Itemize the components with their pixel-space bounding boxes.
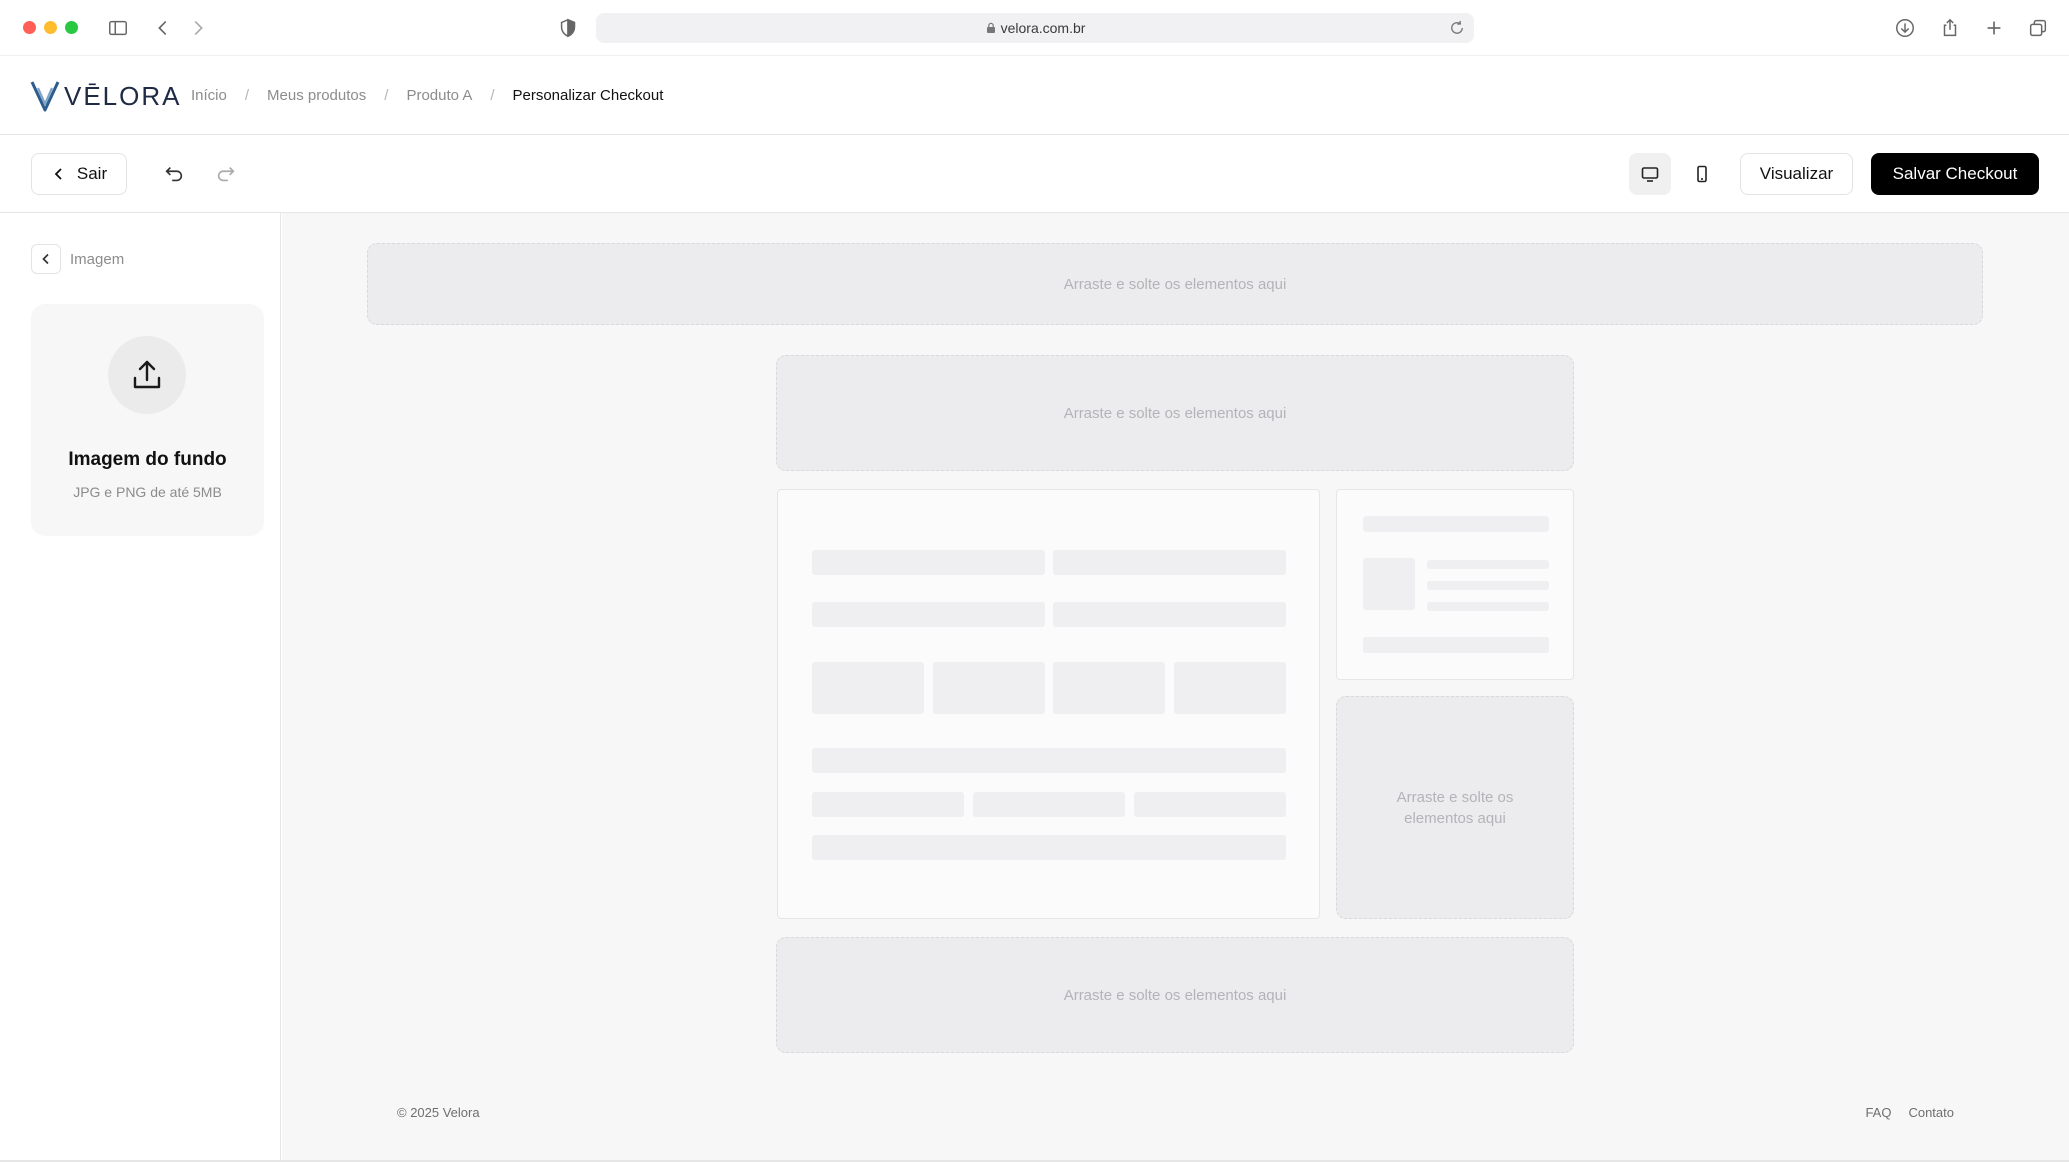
breadcrumb-current-page: Personalizar Checkout — [512, 87, 664, 104]
shield-icon[interactable] — [554, 14, 582, 42]
mobile-view-button[interactable] — [1681, 153, 1723, 195]
skeleton-line — [1427, 560, 1549, 569]
minimize-window-button[interactable] — [44, 21, 57, 34]
breadcrumb: Início / Meus produtos / Produto A / Per… — [191, 87, 663, 104]
desktop-icon — [1641, 167, 1659, 182]
velora-logo[interactable]: VĒLORA — [30, 78, 182, 114]
save-checkout-button[interactable]: Salvar Checkout — [1871, 153, 2039, 195]
dropzone-label: Arraste e solte os elementos aqui — [1396, 788, 1514, 827]
skeleton-field — [812, 748, 1286, 773]
desktop-view-button[interactable] — [1629, 153, 1671, 195]
skeleton-option — [933, 662, 1045, 714]
undo-icon[interactable] — [160, 160, 188, 188]
skeleton-line — [1363, 637, 1549, 653]
skeleton-field — [812, 550, 1045, 575]
skeleton-line — [1427, 602, 1549, 611]
exit-button[interactable]: Sair — [31, 153, 127, 195]
lock-icon — [986, 22, 995, 33]
dropzone-label: Arraste e solte os elementos aqui — [1063, 275, 1287, 293]
maximize-window-button[interactable] — [65, 21, 78, 34]
upload-title: Imagem do fundo — [68, 449, 227, 470]
chevron-left-icon[interactable] — [31, 244, 61, 274]
url-text: velora.com.br — [1000, 20, 1086, 36]
app-header: VĒLORA Início / Meus produtos / Produto … — [0, 56, 2069, 135]
skeleton-line — [1427, 581, 1549, 590]
new-tab-icon[interactable] — [1980, 14, 2008, 42]
breadcrumb-meus-produtos[interactable]: Meus produtos — [267, 87, 366, 104]
upload-icon — [108, 336, 186, 414]
skeleton-option — [1053, 662, 1165, 714]
skeleton-field — [1134, 792, 1286, 817]
skeleton-field — [1053, 602, 1286, 627]
breadcrumb-produto-a[interactable]: Produto A — [406, 87, 472, 104]
dropzone-header[interactable]: Arraste e solte os elementos aqui — [776, 355, 1574, 471]
dropzone-sidebar[interactable]: Arraste e solte os elementos aqui — [1336, 696, 1574, 919]
checkout-form-placeholder[interactable] — [777, 489, 1320, 919]
footer-link-contato[interactable]: Contato — [1908, 1105, 1954, 1120]
browser-toolbar: velora.com.br — [0, 0, 2069, 56]
skeleton-field — [973, 792, 1125, 817]
dropzone-footer[interactable]: Arraste e solte os elementos aqui — [776, 937, 1574, 1053]
properties-sidebar: Imagem Imagem do fundo JPG e PNG de até … — [0, 213, 281, 1162]
logo-text: VĒLORA — [64, 80, 182, 111]
order-summary-placeholder[interactable] — [1336, 489, 1574, 680]
breadcrumb-inicio[interactable]: Início — [191, 87, 227, 104]
dropzone-label: Arraste e solte os elementos aqui — [1063, 404, 1287, 422]
chevron-left-icon — [54, 168, 62, 180]
skeleton-field — [812, 602, 1045, 627]
share-icon[interactable] — [1936, 14, 1964, 42]
mobile-icon — [1697, 165, 1707, 183]
tabs-overview-icon[interactable] — [2024, 14, 2052, 42]
skeleton-field — [1053, 550, 1286, 575]
forward-icon[interactable] — [184, 14, 212, 42]
dropzone-top-full[interactable]: Arraste e solte os elementos aqui — [367, 243, 1983, 325]
editor-toolbar: Sair Visualizar Salvar Checkout — [0, 136, 2069, 213]
reload-icon[interactable] — [1448, 19, 1466, 37]
footer-link-faq[interactable]: FAQ — [1865, 1105, 1891, 1120]
breadcrumb-separator: / — [244, 87, 250, 104]
close-window-button[interactable] — [23, 21, 36, 34]
footer-copyright: © 2025 Velora — [397, 1105, 480, 1120]
exit-button-label: Sair — [76, 164, 108, 183]
skeleton-field — [812, 792, 964, 817]
skeleton-option — [1174, 662, 1286, 714]
background-image-upload[interactable]: Imagem do fundo JPG e PNG de até 5MB — [31, 304, 264, 536]
skeleton-button — [812, 835, 1286, 860]
skeleton-line — [1363, 516, 1549, 532]
address-bar[interactable]: velora.com.br — [596, 13, 1474, 43]
download-icon[interactable] — [1891, 14, 1919, 42]
sidebar-section-title: Imagem — [70, 250, 125, 268]
skeleton-thumbnail — [1363, 558, 1415, 610]
redo-icon[interactable] — [212, 160, 240, 188]
breadcrumb-separator: / — [384, 87, 389, 104]
dropzone-label: Arraste e solte os elementos aqui — [1063, 986, 1287, 1004]
footer-links: FAQ Contato — [1865, 1105, 1954, 1120]
preview-button[interactable]: Visualizar — [1740, 153, 1853, 195]
sidebar-back-link[interactable]: Imagem — [31, 244, 124, 274]
skeleton-option — [812, 662, 924, 714]
logo-mark-icon — [30, 81, 60, 112]
upload-hint: JPG e PNG de até 5MB — [73, 484, 222, 500]
breadcrumb-separator: / — [490, 87, 495, 104]
sidebar-toggle-icon[interactable] — [104, 14, 132, 42]
back-icon[interactable] — [149, 14, 177, 42]
